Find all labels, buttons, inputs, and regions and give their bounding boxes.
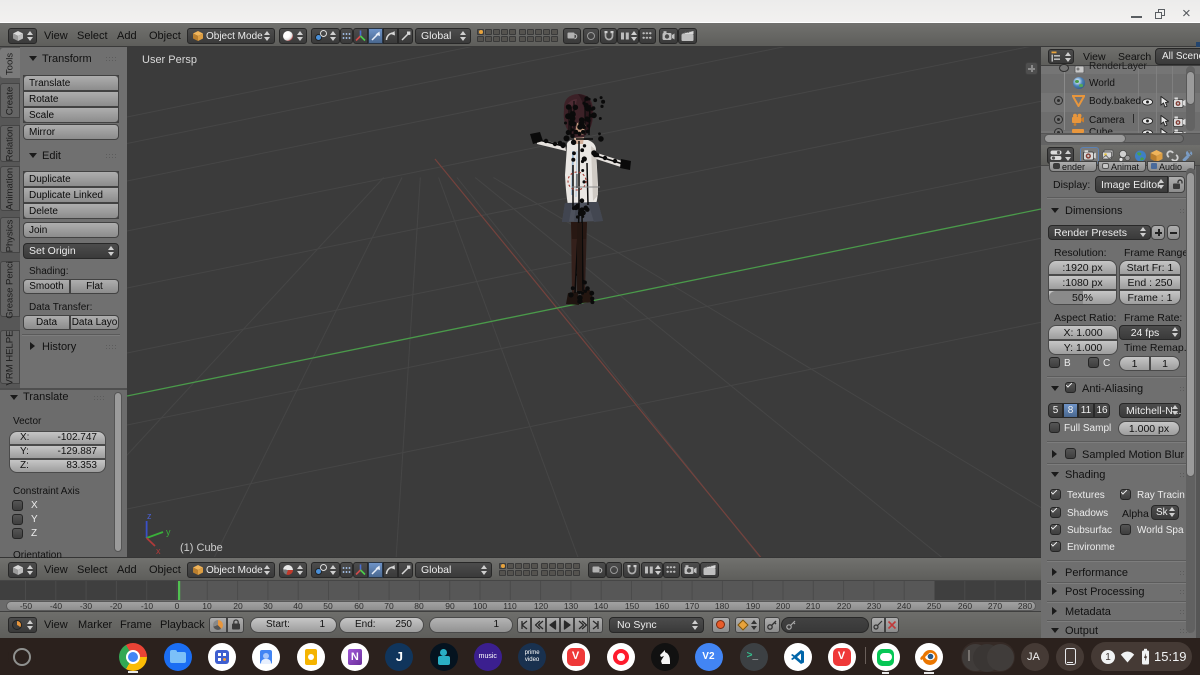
svg-text:x: x (156, 546, 161, 556)
svg-text:z: z (147, 511, 152, 521)
svg-text:y: y (166, 527, 171, 537)
